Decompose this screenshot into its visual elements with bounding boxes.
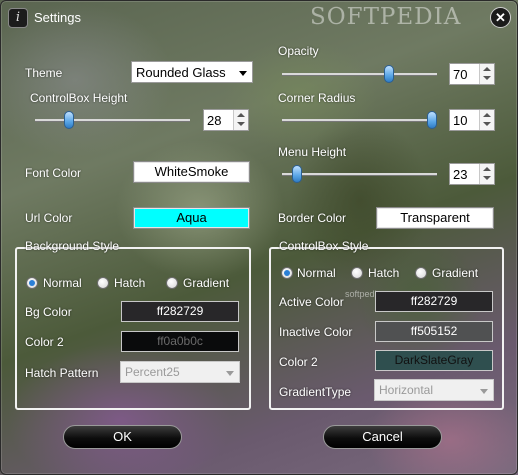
arrow-up-icon[interactable] — [483, 67, 491, 71]
chevron-down-icon — [239, 71, 247, 76]
chevron-down-icon — [226, 371, 234, 376]
hatch-pattern-label: Hatch Pattern — [25, 366, 99, 380]
gradient-type-select[interactable]: Horizontal — [374, 379, 494, 401]
corner-radius-value: 10 — [453, 113, 468, 128]
font-color-button[interactable]: WhiteSmoke — [133, 161, 250, 183]
bg-color2-label: Color 2 — [25, 335, 64, 349]
bg-color2-field[interactable]: ff0a0b0c — [121, 331, 239, 352]
close-button[interactable]: ✕ — [490, 7, 511, 28]
border-color-button[interactable]: Transparent — [376, 207, 494, 229]
background-style-group — [15, 247, 251, 410]
bg-color-field[interactable]: ff282729 — [121, 301, 239, 322]
menu-height-spinner[interactable]: 23 — [449, 163, 495, 185]
theme-select[interactable]: Rounded Glass — [131, 61, 253, 83]
arrow-up-icon[interactable] — [237, 113, 245, 117]
spinner-buttons[interactable] — [233, 110, 248, 130]
controlbox-height-slider-thumb[interactable] — [64, 111, 74, 129]
corner-radius-slider-thumb[interactable] — [427, 111, 437, 129]
spinner-buttons[interactable] — [479, 164, 494, 184]
opacity-spinner[interactable]: 70 — [449, 63, 495, 85]
cb-color2-label: Color 2 — [279, 355, 318, 369]
ok-button[interactable]: OK — [63, 425, 182, 449]
bg-radio-normal-label: Normal — [43, 276, 82, 290]
radio-unchecked-icon[interactable] — [351, 267, 363, 279]
theme-label: Theme — [25, 66, 63, 80]
bg-color-label: Bg Color — [25, 305, 72, 319]
controlbox-height-label: ControlBox Height — [30, 91, 128, 105]
menu-height-value: 23 — [453, 167, 468, 182]
menu-height-label: Menu Height — [278, 145, 347, 159]
background-style-title: Background Style — [25, 239, 120, 253]
inactive-color-field[interactable]: ff505152 — [375, 321, 493, 342]
radio-unchecked-icon[interactable] — [166, 277, 178, 289]
arrow-down-icon[interactable] — [237, 122, 245, 126]
corner-radius-spinner[interactable]: 10 — [449, 109, 495, 131]
radio-checked-icon[interactable] — [281, 267, 293, 279]
opacity-value: 70 — [453, 67, 468, 82]
radio-unchecked-icon[interactable] — [97, 277, 109, 289]
arrow-up-icon[interactable] — [483, 167, 491, 171]
active-color-label: Active Color — [279, 295, 344, 309]
spinner-buttons[interactable] — [479, 110, 494, 130]
bg-radio-hatch-label: Hatch — [114, 276, 146, 290]
url-color-button[interactable]: Aqua — [133, 207, 250, 229]
inactive-color-label: Inactive Color — [279, 325, 353, 339]
font-color-label: Font Color — [25, 166, 82, 180]
url-color-label: Url Color — [25, 211, 73, 225]
arrow-up-icon[interactable] — [483, 113, 491, 117]
arrow-down-icon[interactable] — [483, 122, 491, 126]
controlbox-height-slider-track[interactable] — [35, 119, 190, 121]
theme-select-value: Rounded Glass — [136, 65, 226, 80]
border-color-label: Border Color — [278, 211, 347, 225]
chevron-down-icon — [480, 389, 488, 394]
app-icon: i — [8, 8, 28, 28]
cancel-button[interactable]: Cancel — [323, 425, 442, 449]
menu-height-slider-thumb[interactable] — [292, 165, 303, 183]
cb-radio-gradient-label: Gradient — [432, 266, 479, 280]
controlbox-height-spinner[interactable]: 28 — [203, 109, 249, 131]
menu-height-slider-track[interactable] — [282, 173, 437, 175]
hatch-pattern-value: Percent25 — [125, 365, 180, 379]
opacity-label: Opacity — [278, 44, 319, 58]
cb-radio-hatch-label: Hatch — [368, 266, 400, 280]
radio-checked-icon[interactable] — [26, 277, 38, 289]
corner-radius-label: Corner Radius — [278, 91, 356, 105]
cb-color2-field[interactable]: DarkSlateGray — [375, 350, 493, 371]
cb-radio-normal-label: Normal — [297, 266, 336, 280]
controlbox-height-value: 28 — [207, 113, 222, 128]
radio-unchecked-icon[interactable] — [415, 267, 427, 279]
arrow-down-icon[interactable] — [483, 76, 491, 80]
bg-radio-gradient-label: Gradient — [183, 276, 230, 290]
active-color-field[interactable]: ff282729 — [375, 291, 493, 312]
window-title: Settings — [34, 10, 81, 25]
corner-radius-slider-track[interactable] — [282, 119, 437, 121]
arrow-down-icon[interactable] — [483, 176, 491, 180]
title-bar[interactable]: i Settings SOFTPEDIA ✕ — [0, 0, 518, 34]
opacity-slider-track[interactable] — [282, 73, 437, 75]
controlbox-style-title: ControlBox Style — [279, 239, 369, 253]
spinner-buttons[interactable] — [479, 64, 494, 84]
gradient-type-value: Horizontal — [379, 383, 434, 397]
softpedia-watermark: SOFTPEDIA — [310, 4, 462, 30]
opacity-slider-thumb[interactable] — [383, 65, 394, 83]
hatch-pattern-select[interactable]: Percent25 — [120, 361, 240, 383]
gradient-type-label: GradientType — [279, 385, 352, 399]
